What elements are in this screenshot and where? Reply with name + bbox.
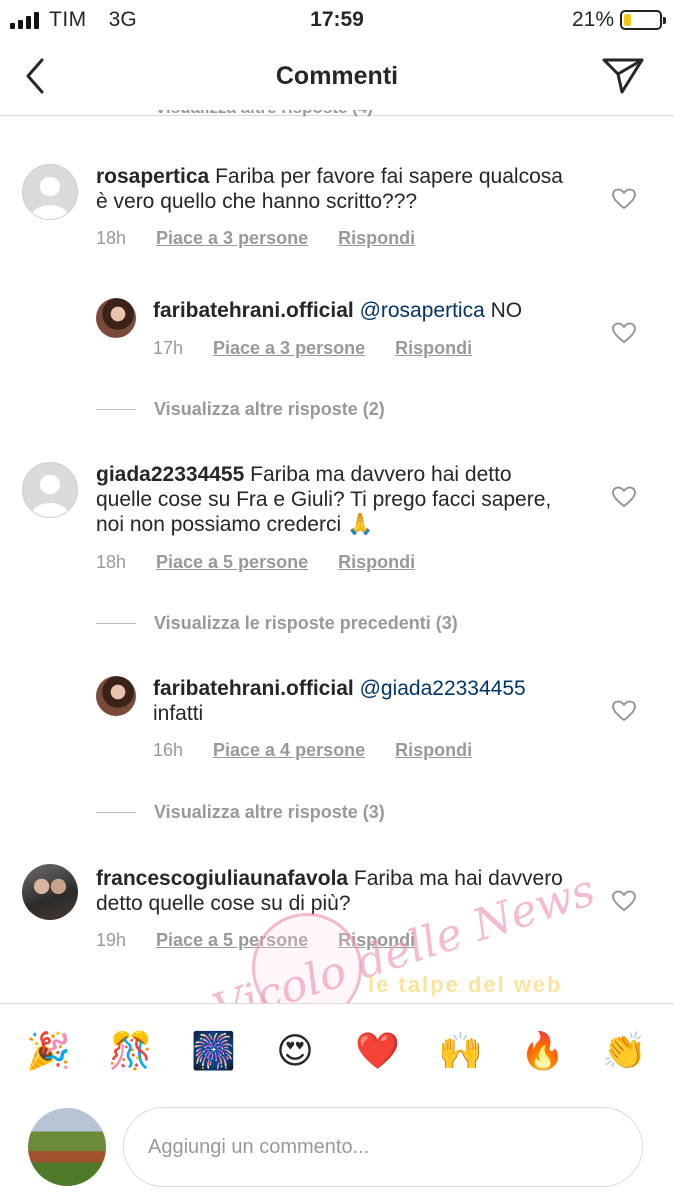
comment-username[interactable]: giada22334455 xyxy=(96,463,244,486)
comment-username[interactable]: faribatehrani.official xyxy=(153,677,354,700)
raising-hands-emoji-button[interactable]: 🙌 xyxy=(438,1030,483,1074)
divider-line xyxy=(96,812,136,813)
comment-username[interactable]: francescogiuliaunafavola xyxy=(96,867,348,890)
mention-link[interactable]: @rosapertica xyxy=(360,299,485,322)
view-more-replies[interactable]: Visualizza altre risposte (3) xyxy=(96,802,385,823)
divider-line xyxy=(96,623,136,624)
comment-meta: 16h Piace a 4 persone Rispondi xyxy=(153,740,472,761)
view-more-label: Visualizza le risposte precedenti (3) xyxy=(154,613,458,633)
status-bar: TIM 3G 17:59 21% xyxy=(0,0,674,40)
confetti-ball-emoji-button[interactable]: 🎊 xyxy=(108,1030,153,1074)
party-popper-emoji-button[interactable]: 🎉 xyxy=(26,1030,71,1074)
fireworks-emoji-button[interactable]: 🎆 xyxy=(191,1030,236,1074)
comment-text: rosapertica Fariba per favore fai sapere… xyxy=(96,164,566,214)
likes-link[interactable]: Piace a 3 persone xyxy=(213,338,365,359)
avatar[interactable] xyxy=(22,164,78,220)
comment-time: 17h xyxy=(153,338,184,358)
comment-username[interactable]: rosapertica xyxy=(96,165,209,188)
avatar[interactable] xyxy=(22,864,78,920)
current-user-avatar xyxy=(28,1108,106,1186)
header: Commenti xyxy=(0,40,674,116)
comment-username[interactable]: faribatehrani.official xyxy=(153,299,354,322)
heart-icon[interactable] xyxy=(612,700,636,722)
heart-icon[interactable] xyxy=(612,322,636,344)
clapping-hands-emoji-button[interactable]: 👏 xyxy=(602,1030,647,1074)
view-more-replies[interactable]: Visualizza altre risposte (2) xyxy=(96,399,385,420)
heart-eyes-emoji-button[interactable]: 😍 xyxy=(273,1030,317,1074)
view-more-label: Visualizza altre risposte (2) xyxy=(154,399,385,419)
heart-icon[interactable] xyxy=(612,486,636,508)
comment-time: 19h xyxy=(96,930,127,950)
avatar[interactable] xyxy=(22,462,78,518)
reply-button[interactable]: Rispondi xyxy=(338,552,415,573)
battery-icon xyxy=(620,10,666,30)
comment-text: faribatehrani.official @giada22334455 in… xyxy=(153,676,573,726)
comment-time: 18h xyxy=(96,228,127,248)
comment-time: 18h xyxy=(96,552,127,572)
comment-meta: 18h Piace a 3 persone Rispondi xyxy=(96,228,415,249)
likes-link[interactable]: Piace a 3 persone xyxy=(156,228,308,249)
reply-button[interactable]: Rispondi xyxy=(395,740,472,761)
comment-body: infatti xyxy=(153,702,204,725)
watermark-banner-text: le talpe del web xyxy=(368,972,563,997)
share-button[interactable] xyxy=(600,52,646,98)
view-previous-replies[interactable]: Visualizza le risposte precedenti (3) xyxy=(96,613,458,634)
battery-percent: 21% xyxy=(571,8,614,31)
reply-button[interactable]: Rispondi xyxy=(338,228,415,249)
red-heart-emoji-button[interactable]: ❤️ xyxy=(355,1030,400,1074)
reply-button[interactable]: Rispondi xyxy=(395,338,472,359)
heart-icon[interactable] xyxy=(612,188,636,210)
heart-icon[interactable] xyxy=(612,890,636,912)
view-more-label: Visualizza altre risposte (3) xyxy=(154,802,385,822)
status-right: 21% xyxy=(571,8,666,32)
divider-line xyxy=(96,409,136,410)
comment-composer xyxy=(0,1099,674,1200)
comment-input[interactable] xyxy=(123,1107,643,1187)
battery-fill xyxy=(624,14,632,26)
mention-link[interactable]: @giada22334455 xyxy=(360,677,526,700)
comment-text: giada22334455 Fariba ma davvero hai dett… xyxy=(96,462,566,537)
avatar[interactable] xyxy=(96,298,136,338)
likes-link[interactable]: Piace a 5 persone xyxy=(156,552,308,573)
comment-meta: 17h Piace a 3 persone Rispondi xyxy=(153,338,472,359)
emoji-bar: 🎉 🎊 🎆 😍 ❤️ 🙌 🔥 👏 xyxy=(0,1003,674,1099)
likes-link[interactable]: Piace a 4 persone xyxy=(213,740,365,761)
page-title: Commenti xyxy=(275,62,399,90)
avatar[interactable] xyxy=(96,676,136,716)
comment-meta: 18h Piace a 5 persone Rispondi xyxy=(96,552,415,573)
comment-body: NO xyxy=(484,299,523,322)
paper-plane-icon xyxy=(602,58,644,94)
fire-emoji-button[interactable]: 🔥 xyxy=(520,1030,565,1074)
comment-time: 16h xyxy=(153,740,184,760)
comment-text: faribatehrani.official @rosapertica NO xyxy=(153,298,573,323)
